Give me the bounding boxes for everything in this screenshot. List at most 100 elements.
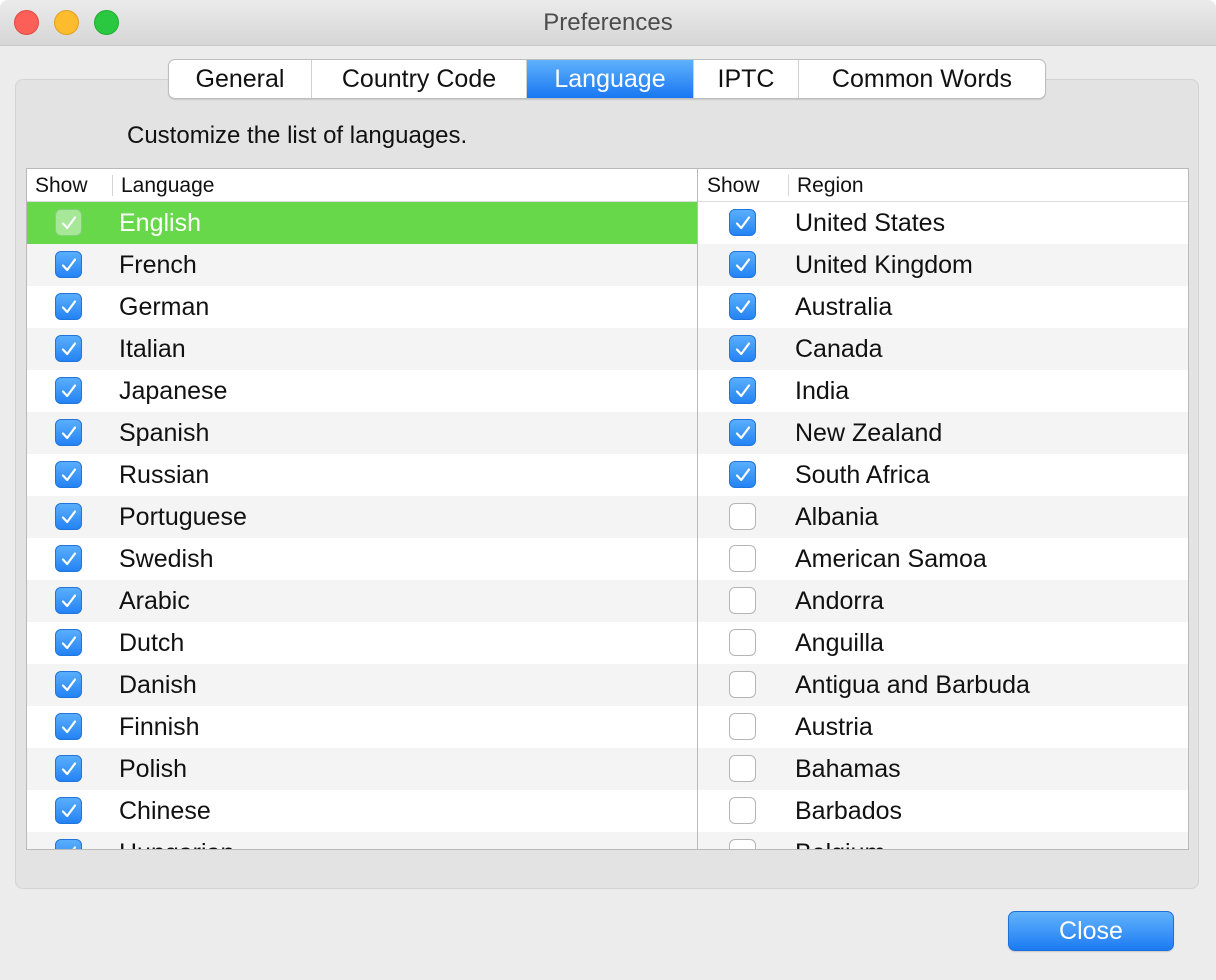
show-checkbox[interactable] <box>55 755 82 782</box>
region-row[interactable]: Austria <box>698 706 1188 748</box>
show-checkbox[interactable] <box>729 209 756 236</box>
region-row[interactable]: Albania <box>698 496 1188 538</box>
show-checkbox[interactable] <box>729 293 756 320</box>
show-checkbox[interactable] <box>729 713 756 740</box>
column-header-language[interactable]: Language <box>121 174 214 198</box>
checkmark-icon <box>59 213 79 233</box>
column-header-show[interactable]: Show <box>707 174 760 198</box>
language-row[interactable]: Hungarian <box>27 832 697 849</box>
region-row-label: South Africa <box>795 461 930 489</box>
language-row[interactable]: Swedish <box>27 538 697 580</box>
region-row[interactable]: United Kingdom <box>698 244 1188 286</box>
preferences-window: Preferences General Country Code Languag… <box>0 0 1216 980</box>
language-row[interactable]: Portuguese <box>27 496 697 538</box>
tab-country-code[interactable]: Country Code <box>312 60 527 98</box>
region-row-label: Anguilla <box>795 629 884 657</box>
show-checkbox[interactable] <box>729 629 756 656</box>
language-row[interactable]: Russian <box>27 454 697 496</box>
checkmark-icon <box>59 633 79 653</box>
language-row[interactable]: German <box>27 286 697 328</box>
show-checkbox[interactable] <box>729 503 756 530</box>
checkmark-icon <box>59 801 79 821</box>
language-row[interactable]: Danish <box>27 664 697 706</box>
region-row[interactable]: India <box>698 370 1188 412</box>
language-row-label: Arabic <box>119 587 190 615</box>
language-row[interactable]: Dutch <box>27 622 697 664</box>
show-checkbox[interactable] <box>729 545 756 572</box>
show-checkbox[interactable] <box>729 587 756 614</box>
show-checkbox[interactable] <box>729 335 756 362</box>
language-row[interactable]: Italian <box>27 328 697 370</box>
show-checkbox[interactable] <box>729 419 756 446</box>
show-checkbox[interactable] <box>55 839 82 849</box>
language-row-label: Portuguese <box>119 503 247 531</box>
show-checkbox[interactable] <box>55 461 82 488</box>
region-row[interactable]: Andorra <box>698 580 1188 622</box>
show-checkbox[interactable] <box>55 629 82 656</box>
show-checkbox[interactable] <box>55 335 82 362</box>
region-row-label: India <box>795 377 850 405</box>
region-row[interactable]: Anguilla <box>698 622 1188 664</box>
region-row[interactable]: Australia <box>698 286 1188 328</box>
show-checkbox[interactable] <box>55 713 82 740</box>
show-checkbox[interactable] <box>55 587 82 614</box>
show-checkbox[interactable] <box>55 251 82 278</box>
tab-common-words[interactable]: Common Words <box>799 60 1045 98</box>
language-row-label: Chinese <box>119 797 211 825</box>
checkmark-icon <box>733 381 753 401</box>
region-row[interactable]: United States <box>698 202 1188 244</box>
show-checkbox[interactable] <box>729 797 756 824</box>
show-checkbox[interactable] <box>729 461 756 488</box>
show-checkbox[interactable] <box>55 293 82 320</box>
show-checkbox[interactable] <box>729 377 756 404</box>
show-checkbox[interactable] <box>729 839 756 849</box>
region-row[interactable]: Canada <box>698 328 1188 370</box>
region-row[interactable]: South Africa <box>698 454 1188 496</box>
region-table: Show Region United States United Kingdom A… <box>697 168 1189 850</box>
language-row[interactable]: Spanish <box>27 412 697 454</box>
language-row[interactable]: Chinese <box>27 790 697 832</box>
tab-iptc[interactable]: IPTC <box>694 60 799 98</box>
show-checkbox[interactable] <box>55 209 82 236</box>
show-checkbox[interactable] <box>55 419 82 446</box>
tab-general[interactable]: General <box>169 60 312 98</box>
language-row[interactable]: Polish <box>27 748 697 790</box>
language-row-label: Japanese <box>119 377 228 405</box>
show-checkbox[interactable] <box>55 545 82 572</box>
language-row[interactable]: English <box>27 202 697 244</box>
region-row-label: Belgium <box>795 839 885 849</box>
region-row-label: Australia <box>795 293 893 321</box>
region-row[interactable]: American Samoa <box>698 538 1188 580</box>
region-row[interactable]: New Zealand <box>698 412 1188 454</box>
region-row[interactable]: Bahamas <box>698 748 1188 790</box>
column-header-show[interactable]: Show <box>35 174 88 198</box>
language-table: Show Language English French German Italian… <box>26 168 698 850</box>
show-checkbox[interactable] <box>55 797 82 824</box>
show-checkbox[interactable] <box>55 503 82 530</box>
column-header-region[interactable]: Region <box>797 174 864 198</box>
language-row-label: German <box>119 293 210 321</box>
region-row-label: New Zealand <box>795 419 943 447</box>
show-checkbox[interactable] <box>729 251 756 278</box>
language-row[interactable]: Finnish <box>27 706 697 748</box>
language-row[interactable]: Arabic <box>27 580 697 622</box>
language-row-label: Italian <box>119 335 186 363</box>
region-row[interactable]: Barbados <box>698 790 1188 832</box>
checkmark-icon <box>59 423 79 443</box>
show-checkbox[interactable] <box>55 377 82 404</box>
region-row-label: Canada <box>795 335 883 363</box>
checkmark-icon <box>733 255 753 275</box>
show-checkbox[interactable] <box>729 671 756 698</box>
region-row[interactable]: Antigua and Barbuda <box>698 664 1188 706</box>
region-row[interactable]: Belgium <box>698 832 1188 849</box>
language-row[interactable]: French <box>27 244 697 286</box>
show-checkbox[interactable] <box>729 755 756 782</box>
close-button[interactable]: Close <box>1008 911 1174 951</box>
checkmark-icon <box>59 507 79 527</box>
language-row-label: Dutch <box>119 629 185 657</box>
region-row-label: Barbados <box>795 797 903 825</box>
region-row-label: Andorra <box>795 587 884 615</box>
language-row[interactable]: Japanese <box>27 370 697 412</box>
tab-language[interactable]: Language <box>527 60 694 98</box>
show-checkbox[interactable] <box>55 671 82 698</box>
